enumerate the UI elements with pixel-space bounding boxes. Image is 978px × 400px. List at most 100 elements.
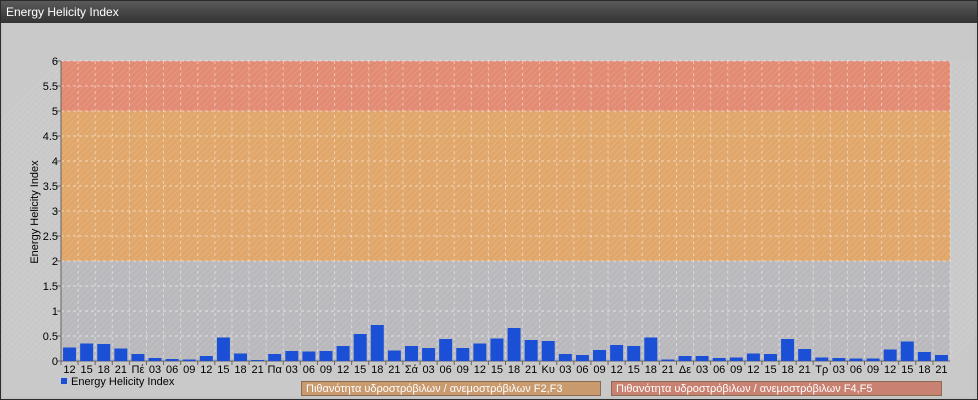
y-tick-label: 1.5 (43, 281, 58, 293)
x-tick-label: Δε (679, 364, 691, 376)
x-tick-label: 12 (884, 364, 896, 376)
bar (182, 359, 196, 361)
x-tick-label: Τρ (815, 364, 828, 376)
legend-series-label: Energy Helicity Index (71, 376, 175, 388)
bar (370, 325, 384, 361)
bar (917, 352, 931, 361)
y-axis-label: Energy Helicity Index (29, 160, 41, 264)
ehi-bar-chart: 0 0.5 1 1.5 2 2.5 3 3.5 4 4.5 5 5.5 6 12 15 18 21 Πέ 03 06… (1, 56, 977, 376)
x-tick-label: 21 (935, 364, 947, 376)
legend-series-swatch (61, 378, 67, 384)
bar (80, 343, 94, 361)
y-tick-label: 1 (52, 306, 58, 318)
bar (900, 341, 914, 361)
bar (234, 353, 248, 361)
x-axis-ticks: 12 15 18 21 Πέ 03 06 09 12 15 18 21 Πα 03 06 09 12 15 18 21… (60, 361, 948, 376)
bar (541, 341, 555, 361)
bar (627, 346, 641, 361)
bar (336, 346, 350, 361)
x-tick-label: 03 (559, 364, 571, 376)
x-tick-label: 21 (525, 364, 537, 376)
bar (63, 347, 77, 361)
x-tick-label: 06 (713, 364, 725, 376)
x-tick-label: 21 (799, 364, 811, 376)
x-tick-label: 21 (115, 364, 127, 376)
y-tick-label: 0 (52, 356, 58, 368)
bar (575, 355, 589, 361)
bar (593, 350, 607, 361)
legend-band-f2f3: Πιθανότητα υδροστρόβιλων / ανεμοστρόβιλω… (301, 381, 601, 396)
x-tick-label: 15 (354, 364, 366, 376)
x-tick-label: 12 (611, 364, 623, 376)
x-tick-label: Πα (268, 364, 283, 376)
bar (934, 355, 948, 361)
x-tick-label: 03 (286, 364, 298, 376)
bar (883, 349, 897, 361)
chart-window: Energy Helicity Index 0 0.5 1 1.5 2 2.5 3 3.5 4 4… (0, 0, 978, 400)
x-tick-label: 09 (457, 364, 469, 376)
bar (131, 354, 145, 361)
bar (439, 339, 453, 361)
x-tick-label: 15 (764, 364, 776, 376)
bar (302, 351, 316, 361)
x-tick-label: 12 (474, 364, 486, 376)
bar (763, 354, 777, 361)
bar (148, 358, 162, 361)
x-tick-label: 21 (662, 364, 674, 376)
x-tick-label: 18 (781, 364, 793, 376)
y-tick-label: 2.5 (43, 231, 58, 243)
bar (114, 348, 128, 361)
y-tick-label: 4 (52, 156, 58, 168)
bar (97, 344, 111, 361)
x-tick-label: 15 (901, 364, 913, 376)
bar (473, 343, 487, 361)
x-tick-label: 09 (593, 364, 605, 376)
bar (165, 359, 179, 361)
x-tick-label: 18 (508, 364, 520, 376)
bar (319, 351, 333, 361)
bar (216, 337, 230, 361)
bar (558, 354, 572, 361)
x-tick-label: 06 (576, 364, 588, 376)
bar (507, 328, 521, 361)
x-tick-label: 09 (867, 364, 879, 376)
x-tick-label: 03 (833, 364, 845, 376)
x-tick-label: 15 (81, 364, 93, 376)
bar (798, 349, 812, 361)
x-tick-label: 15 (628, 364, 640, 376)
x-tick-label: 06 (440, 364, 452, 376)
x-tick-label: 03 (422, 364, 434, 376)
y-tick-label: 2 (52, 256, 58, 268)
bar (729, 357, 743, 361)
x-tick-label: Κυ (542, 364, 555, 376)
x-tick-label: 09 (730, 364, 742, 376)
bar (199, 356, 213, 361)
x-tick-label: 06 (166, 364, 178, 376)
x-tick-label: Πέ (132, 364, 145, 376)
bar (712, 358, 726, 361)
bar (832, 358, 846, 361)
bar (268, 354, 282, 361)
x-tick-label: 12 (747, 364, 759, 376)
bar (644, 337, 658, 361)
bar (456, 348, 470, 361)
bar (661, 359, 675, 361)
bar (781, 339, 795, 361)
x-tick-label: 03 (149, 364, 161, 376)
bar (678, 356, 692, 361)
y-tick-label: 4.5 (43, 131, 58, 143)
bar (746, 353, 760, 361)
bar (422, 348, 436, 361)
x-tick-label: 21 (388, 364, 400, 376)
bar (815, 357, 829, 361)
bar (695, 356, 709, 361)
x-tick-label: 12 (63, 364, 75, 376)
y-tick-label: 3.5 (43, 181, 58, 193)
bar (387, 350, 401, 361)
x-tick-label: 06 (303, 364, 315, 376)
x-tick-label: 18 (98, 364, 110, 376)
bar (610, 345, 624, 361)
legend-band-f4f5: Πιθανότητα υδροστρόβιλων / ανεμοστρόβιλω… (611, 381, 942, 396)
bar (866, 358, 880, 361)
x-tick-label: 18 (918, 364, 930, 376)
